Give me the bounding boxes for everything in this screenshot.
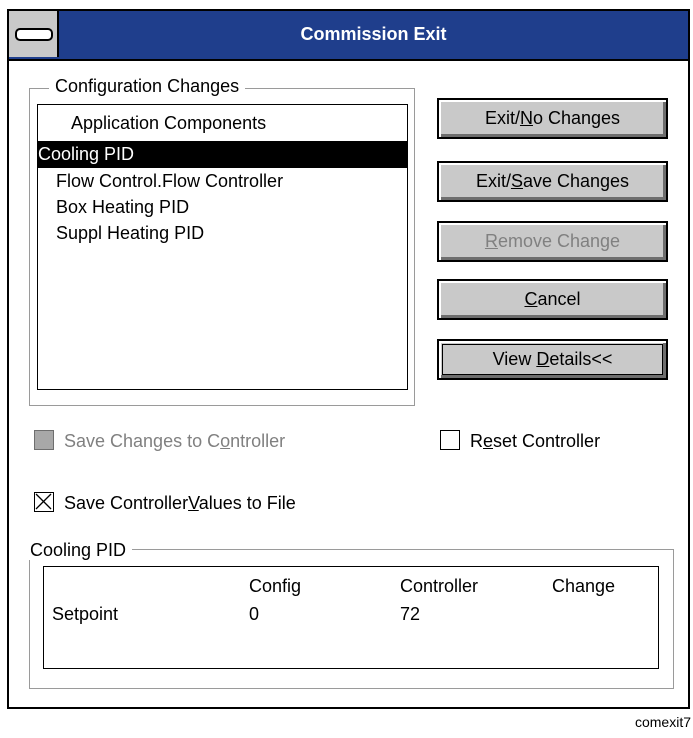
column-header-config: Config (249, 576, 302, 596)
chk-text-pre: Save Controller (64, 493, 189, 513)
chk-text-pre: Save Changes to C (64, 431, 221, 451)
title-bar: Commission Exit (9, 11, 688, 61)
btn-text-pre: View (492, 349, 537, 369)
exit-save-changes-button[interactable]: Exit/Save Changes (437, 161, 668, 202)
btn-text-post: emove Change (497, 231, 621, 251)
checkmark-x-icon (35, 493, 52, 510)
chk-text-pre: R (470, 431, 483, 451)
btn-text-post: etails<< (549, 349, 613, 369)
btn-text-post: ancel (537, 289, 581, 309)
checkbox-box (440, 430, 460, 450)
window-title: Commission Exit (300, 24, 447, 44)
btn-text-post: o Changes (532, 108, 621, 128)
chk-text-post: ntroller (230, 431, 286, 451)
checkbox-box (34, 492, 54, 512)
setpoint-config-value: 0 (249, 604, 260, 624)
list-item-box-heating-pid[interactable]: Box Heating PID (38, 194, 407, 221)
btn-mnemonic: R (484, 231, 498, 251)
checkbox-box (34, 430, 54, 450)
chk-mnemonic: V (188, 493, 199, 513)
btn-text-pre: Exit/ (484, 108, 520, 128)
btn-mnemonic: S (510, 171, 523, 191)
commission-exit-dialog: Commission Exit Configuration Changes Ap… (7, 9, 690, 709)
column-header-change: Change (552, 576, 616, 596)
list-item-suppl-heating-pid[interactable]: Suppl Heating PID (38, 220, 407, 247)
btn-text-post: ave Changes (522, 171, 630, 191)
figure-caption: comexit7 (634, 714, 691, 730)
configuration-changes-label: Configuration Changes (49, 76, 246, 96)
list-header: Application Components (71, 113, 267, 133)
view-details-button[interactable]: View Details<< (437, 339, 668, 380)
remove-change-button[interactable]: Remove Change (437, 221, 668, 262)
details-table: Config Controller Change Setpoint 0 72 (43, 566, 659, 669)
chk-text-post: set Controller (493, 431, 601, 451)
chk-mnemonic: o (220, 431, 231, 451)
btn-mnemonic: C (524, 289, 538, 309)
list-item-flow-control[interactable]: Flow Control.Flow Controller (38, 168, 407, 195)
column-header-controller: Controller (400, 576, 479, 596)
chk-mnemonic: e (483, 431, 494, 451)
row-label-setpoint: Setpoint (52, 604, 119, 624)
list-item-cooling-pid[interactable]: Cooling PID (38, 141, 407, 168)
setpoint-controller-value: 72 (400, 604, 421, 624)
cancel-button[interactable]: Cancel (437, 279, 668, 320)
exit-no-changes-button[interactable]: Exit/No Changes (437, 98, 668, 139)
application-components-list[interactable]: Application Components Cooling PID Flow … (37, 104, 408, 390)
btn-text-pre: Exit/ (475, 171, 511, 191)
system-menu-button[interactable] (9, 11, 59, 57)
btn-mnemonic: N (519, 108, 533, 128)
btn-mnemonic: D (536, 349, 550, 369)
chk-text-post: alues to File (198, 493, 296, 513)
system-menu-dash-icon (15, 28, 53, 41)
details-group-label: Cooling PID (24, 540, 133, 560)
